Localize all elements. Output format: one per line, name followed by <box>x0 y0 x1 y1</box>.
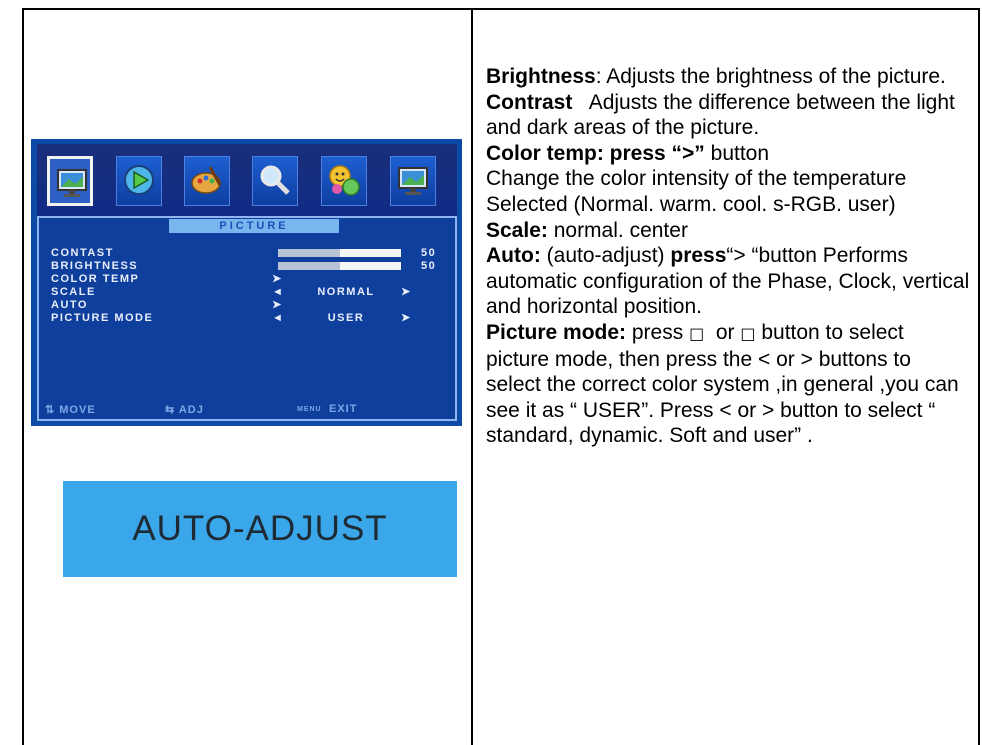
osd-footer: ⇅ MOVE ⇆ ADJ MENU EXIT <box>39 403 455 417</box>
arrow-right-icon[interactable]: ➤ <box>272 273 283 286</box>
contrast-value: 50 <box>421 247 437 259</box>
auto-subtitle: (auto-adjust) <box>540 244 671 268</box>
brightness-paragraph: Brightness: Adjusts the brightness of th… <box>486 64 971 90</box>
osd-row-label: COLOR TEMP <box>51 273 140 285</box>
table-border-right <box>978 8 980 745</box>
osd-row-brightness[interactable]: BRIGHTNESS 50 <box>51 260 451 273</box>
smiley-icon <box>321 156 367 206</box>
monitor-picture-icon <box>47 156 93 206</box>
palette-icon <box>184 156 230 206</box>
auto-term: Auto: <box>486 244 541 268</box>
osd-panel-title: PICTURE <box>169 219 339 233</box>
color-temp-button-text: button <box>704 141 770 165</box>
picture-mode-term: Picture mode: <box>486 320 627 344</box>
osd-menu-screenshot: PICTURE CONTAST 50 BRIGHTNESS 50 COLOR T… <box>31 139 462 426</box>
osd-row-label: SCALE <box>51 286 96 298</box>
play-icon <box>116 156 162 206</box>
color-temp-description: Change the color intensity of the temper… <box>486 167 907 216</box>
brightness-description: : Adjusts the brightness of the picture. <box>595 65 946 88</box>
brightness-slider[interactable] <box>278 262 401 270</box>
monitor-icon <box>390 156 436 206</box>
scale-paragraph: Scale: normal. center <box>486 218 971 244</box>
picture-mode-press: press <box>626 320 690 344</box>
osd-row-scale[interactable]: SCALE ◄ NORMAL ➤ <box>51 286 451 299</box>
table-border-middle <box>471 8 473 745</box>
color-temp-term: Color temp: press “>” <box>486 141 705 165</box>
contrast-term: Contrast <box>486 90 573 114</box>
osd-row-auto[interactable]: AUTO ➤ <box>51 299 451 312</box>
scale-option: NORMAL <box>317 286 375 298</box>
arrow-left-icon[interactable]: ◄ <box>272 286 284 299</box>
osd-row-label: PICTURE MODE <box>51 312 154 324</box>
contrast-slider-fill <box>278 249 340 257</box>
exit-hint: EXIT <box>329 403 358 415</box>
brightness-slider-fill <box>278 262 340 270</box>
button-symbol-icon: □ <box>689 323 705 343</box>
move-hint: ⇅ MOVE <box>45 404 96 416</box>
osd-icon-row <box>37 144 457 216</box>
picture-mode-or: or <box>704 320 741 344</box>
contrast-slider[interactable] <box>278 249 401 257</box>
osd-picture-panel: PICTURE CONTAST 50 BRIGHTNESS 50 COLOR T… <box>37 216 457 421</box>
osd-row-label: CONTAST <box>51 247 114 259</box>
adjust-hint: ⇆ ADJ <box>165 404 204 416</box>
arrow-right-icon[interactable]: ➤ <box>401 312 412 325</box>
osd-row-label: BRIGHTNESS <box>51 260 139 272</box>
arrow-right-icon[interactable]: ➤ <box>272 299 283 312</box>
osd-row-label: AUTO <box>51 299 88 311</box>
arrow-left-icon[interactable]: ◄ <box>272 312 284 325</box>
auto-press: press <box>670 244 727 268</box>
picture-mode-option: USER <box>327 312 365 324</box>
magnifier-icon <box>252 156 298 206</box>
scale-description: normal. center <box>547 218 688 242</box>
arrow-right-icon[interactable]: ➤ <box>401 286 412 299</box>
contrast-paragraph: Contrast Adjusts the difference between … <box>486 90 971 141</box>
menu-key-label: MENU <box>297 406 322 413</box>
scale-term: Scale: <box>486 218 548 242</box>
table-border-left <box>22 8 24 745</box>
brightness-term: Brightness <box>486 65 596 88</box>
picture-mode-paragraph: Picture mode: press □ or □ button to sel… <box>486 320 971 449</box>
table-border-top <box>22 8 980 10</box>
auto-adjust-banner: AUTO-ADJUST <box>63 481 457 577</box>
osd-row-color-temp[interactable]: COLOR TEMP ➤ <box>51 273 451 286</box>
button-symbol-icon: □ <box>740 323 756 343</box>
auto-paragraph: Auto: (auto-adjust) press“> “button Perf… <box>486 243 971 320</box>
description-text: Brightness: Adjusts the brightness of th… <box>486 64 971 449</box>
brightness-value: 50 <box>421 260 437 272</box>
osd-row-contrast[interactable]: CONTAST 50 <box>51 247 451 260</box>
osd-row-picture-mode[interactable]: PICTURE MODE ◄ USER ➤ <box>51 312 451 325</box>
color-temp-paragraph: Color temp: press “>” button <box>486 141 971 167</box>
